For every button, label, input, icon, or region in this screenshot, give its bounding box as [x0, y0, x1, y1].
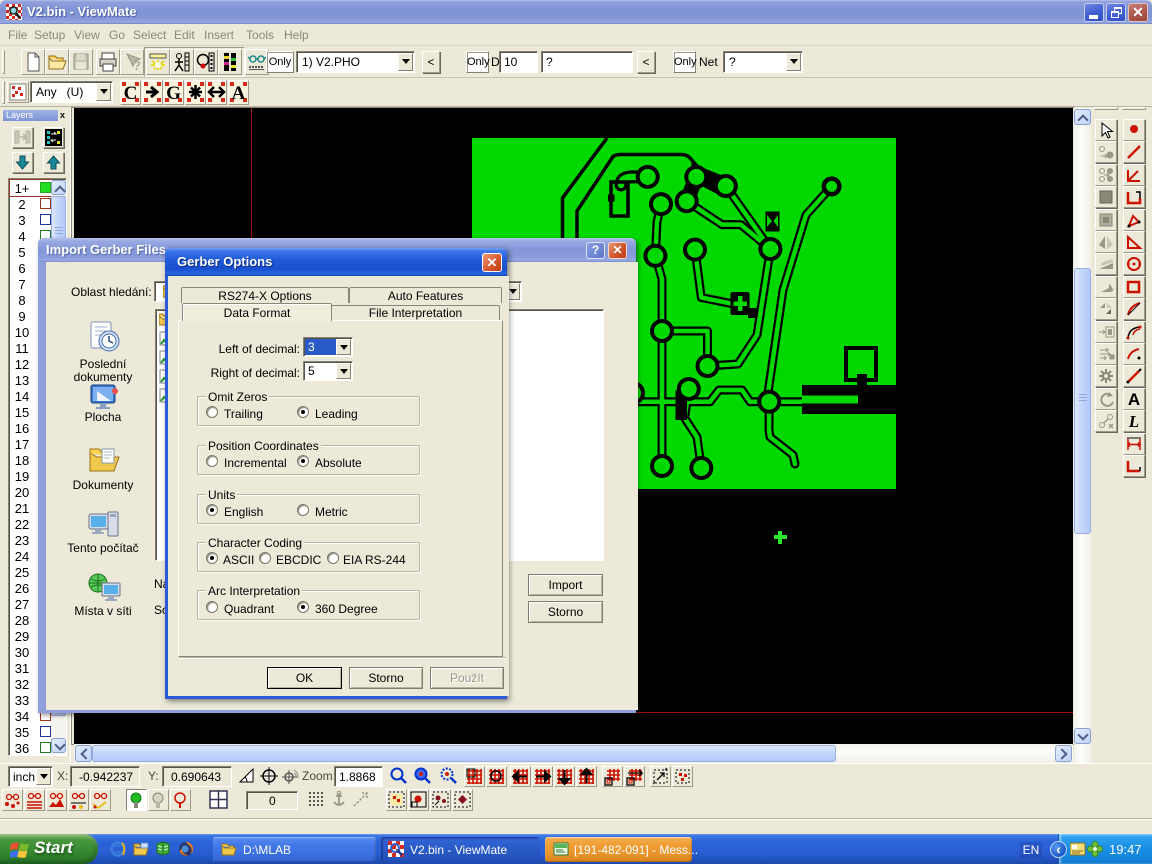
svg-text:C: C [124, 83, 138, 104]
svg-text:A: A [1128, 390, 1140, 409]
svg-text:G: G [166, 83, 181, 104]
svg-text:A: A [231, 83, 245, 104]
svg-text:L: L [1128, 412, 1139, 431]
svg-text:?: ? [133, 58, 141, 73]
